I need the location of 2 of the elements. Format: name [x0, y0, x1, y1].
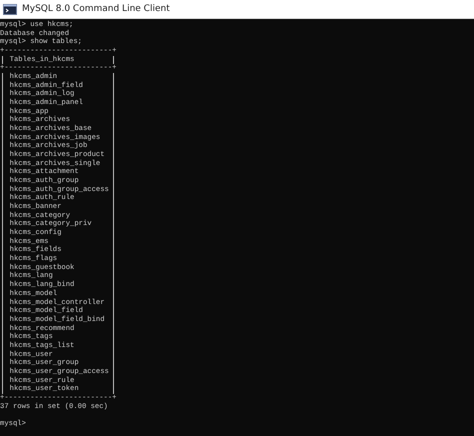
console-icon	[3, 4, 17, 14]
window-title: MySQL 8.0 Command Line Client	[22, 4, 170, 14]
